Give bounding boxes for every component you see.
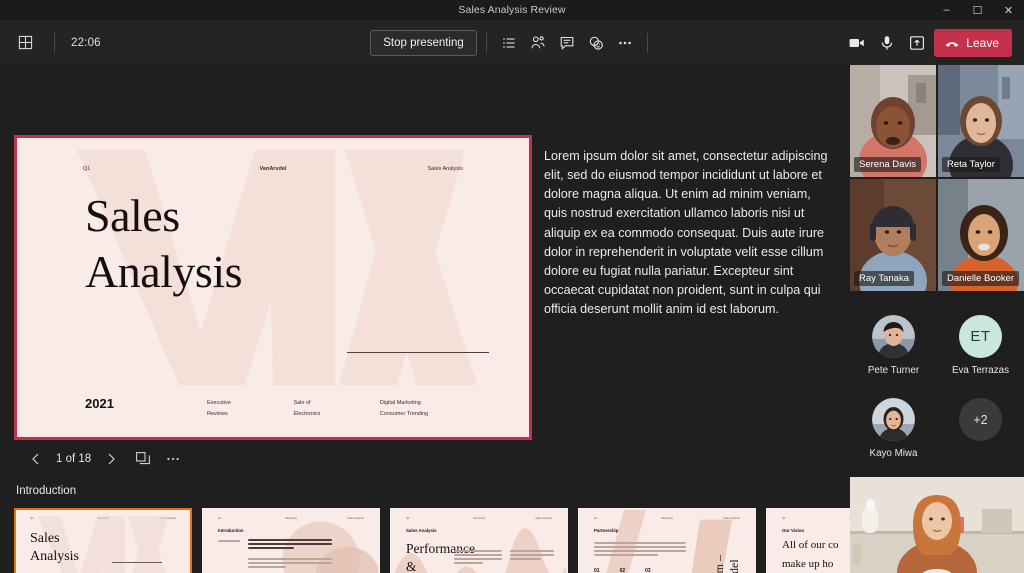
share-screen-icon[interactable] xyxy=(904,30,930,56)
self-video-preview xyxy=(850,477,1024,573)
slide-canvas: Q1 VanArsdel Sales Analysis Sales Analys… xyxy=(17,138,529,437)
thumbnail-kicker: Our Vision xyxy=(782,528,804,533)
slide-header: Q1 VanArsdel Sales Analysis xyxy=(17,166,529,172)
all-slides-icon[interactable] xyxy=(131,447,155,471)
reactions-icon[interactable] xyxy=(583,30,609,56)
slide-year: 2021 xyxy=(85,396,114,411)
video-tile-row-2: Ray Tanaka Danielle Booker xyxy=(850,179,1024,291)
slide-title-line-2: Analysis xyxy=(85,244,242,300)
previous-slide-button[interactable] xyxy=(24,447,48,471)
video-tile-name: Danielle Booker xyxy=(942,271,1019,286)
thumbnail-preview[interactable]: Q1 VanArsdel Sales Analysis Sales Analys… xyxy=(14,508,192,573)
video-tile[interactable]: Danielle Booker xyxy=(938,179,1024,291)
participant-avatar-item[interactable]: Pete Turner xyxy=(850,305,937,388)
grid-layout-icon[interactable] xyxy=(12,30,38,56)
participants-rail: Serena Davis Reta Taylor xyxy=(850,65,1024,573)
video-tile-name: Ray Tanaka xyxy=(854,271,914,286)
participant-avatar-item[interactable]: ET Eva Terrazas xyxy=(937,305,1024,388)
window-title: Sales Analysis Review xyxy=(458,4,565,16)
avatar-name: Eva Terrazas xyxy=(952,365,1009,376)
window-title-bar: Sales Analysis Review – ☐ ✕ xyxy=(0,0,1024,20)
video-tile-name: Reta Taylor xyxy=(942,157,1000,172)
avatar-photo-pete-turner xyxy=(872,315,915,358)
hangup-icon xyxy=(944,35,960,51)
slide-footer-item: Executive Reviews xyxy=(207,398,293,419)
slide-header-right: Sales Analysis xyxy=(338,166,463,172)
leave-button[interactable]: Leave xyxy=(934,29,1012,57)
participant-avatar-overflow[interactable]: +2 xyxy=(937,388,1024,471)
filmstrip-thumbnail[interactable]: Q1 VanArsdel Sales Analysis Introduction… xyxy=(202,508,380,573)
toolbar-divider xyxy=(54,33,55,53)
video-tile-name: Serena Davis xyxy=(854,157,921,172)
more-options-icon[interactable] xyxy=(612,30,638,56)
list-icon[interactable] xyxy=(496,30,522,56)
slide-footer: Executive Reviews Sale of Electronics Di… xyxy=(207,398,469,419)
filmstrip-section-label: Introduction xyxy=(16,485,76,497)
maximize-button[interactable]: ☐ xyxy=(962,0,993,20)
minimize-button[interactable]: – xyxy=(931,0,962,20)
video-tile[interactable]: Serena Davis xyxy=(850,65,936,177)
microphone-icon[interactable] xyxy=(874,30,900,56)
window-controls: – ☐ ✕ xyxy=(931,0,1024,20)
close-button[interactable]: ✕ xyxy=(993,0,1024,20)
current-slide[interactable]: Q1 VanArsdel Sales Analysis Sales Analys… xyxy=(14,135,532,440)
meeting-timer: 22:06 xyxy=(71,37,101,49)
participant-avatars: Pete Turner ET Eva Terrazas xyxy=(850,291,1024,477)
avatar-row-1: Pete Turner ET Eva Terrazas xyxy=(850,305,1024,388)
slide-footer-item: Digital Marketing Consumer Trending xyxy=(380,398,466,419)
video-tile-row-1: Serena Davis Reta Taylor xyxy=(850,65,1024,177)
avatar-photo-kayo-miwa xyxy=(872,398,915,441)
slide-rule xyxy=(347,352,489,353)
next-slide-button[interactable] xyxy=(99,447,123,471)
presenter-notes: Lorem ipsum dolor sit amet, consectetur … xyxy=(544,147,834,319)
slide-title-line-1: Sales xyxy=(85,188,242,244)
toolbar-divider-3 xyxy=(647,33,648,53)
overflow-count-badge: +2 xyxy=(959,398,1002,441)
people-icon[interactable] xyxy=(525,30,551,56)
thumbnail-preview[interactable]: Q1 VanArsdel Sales Analysis Sales Analys… xyxy=(390,508,568,573)
filmstrip-thumbnail[interactable]: Q1 VanArsdel Sales Analysis Sales Analys… xyxy=(390,508,568,573)
filmstrip-thumbnail[interactable]: Q1 VanArsdel Sales Analysis Partnership … xyxy=(578,508,756,573)
slide-header-left: Q1 xyxy=(83,166,208,172)
slide-header-center: VanArsdel xyxy=(208,166,337,172)
main-area: Q1 VanArsdel Sales Analysis Sales Analys… xyxy=(0,65,1024,573)
slide-title: Sales Analysis xyxy=(85,188,242,300)
stop-presenting-button[interactable]: Stop presenting xyxy=(370,30,477,56)
thumbnail-header-left: Q1 xyxy=(782,517,831,520)
self-video-tile[interactable] xyxy=(850,477,1024,573)
video-tile[interactable]: Ray Tanaka xyxy=(850,179,936,291)
meeting-toolbar: 22:06 Stop presenting xyxy=(0,20,1024,65)
slide-filmstrip[interactable]: Q1 VanArsdel Sales Analysis Sales Analys… xyxy=(14,508,850,573)
avatar-row-2: Kayo Miwa +2 xyxy=(850,388,1024,471)
thumbnail-preview[interactable]: Q1 VanArsdel Sales Analysis Partnership … xyxy=(578,508,756,573)
avatar xyxy=(872,315,915,358)
camera-icon[interactable] xyxy=(844,30,870,56)
avatar-name: Kayo Miwa xyxy=(870,448,918,459)
chat-icon[interactable] xyxy=(554,30,580,56)
slide-footer-item: Sale of Electronics xyxy=(293,398,379,419)
slide-navigation: 1 of 18 xyxy=(24,447,185,471)
slide-counter: 1 of 18 xyxy=(50,453,97,465)
filmstrip-thumbnail[interactable]: Q1 VanArsdel Sales Analysis Sales Analys… xyxy=(14,508,192,573)
thumbnail-preview[interactable]: Q1 VanArsdel Sales Analysis Introduction… xyxy=(202,508,380,573)
slide-more-options-icon[interactable] xyxy=(161,447,185,471)
leave-button-label: Leave xyxy=(966,36,999,50)
participant-avatar-item[interactable]: Kayo Miwa xyxy=(850,388,937,471)
presentation-stage: Q1 VanArsdel Sales Analysis Sales Analys… xyxy=(0,65,850,573)
toolbar-divider-2 xyxy=(486,33,487,53)
avatar xyxy=(872,398,915,441)
video-tile[interactable]: Reta Taylor xyxy=(938,65,1024,177)
avatar-initials: ET xyxy=(959,315,1002,358)
avatar-name: Pete Turner xyxy=(868,365,919,376)
